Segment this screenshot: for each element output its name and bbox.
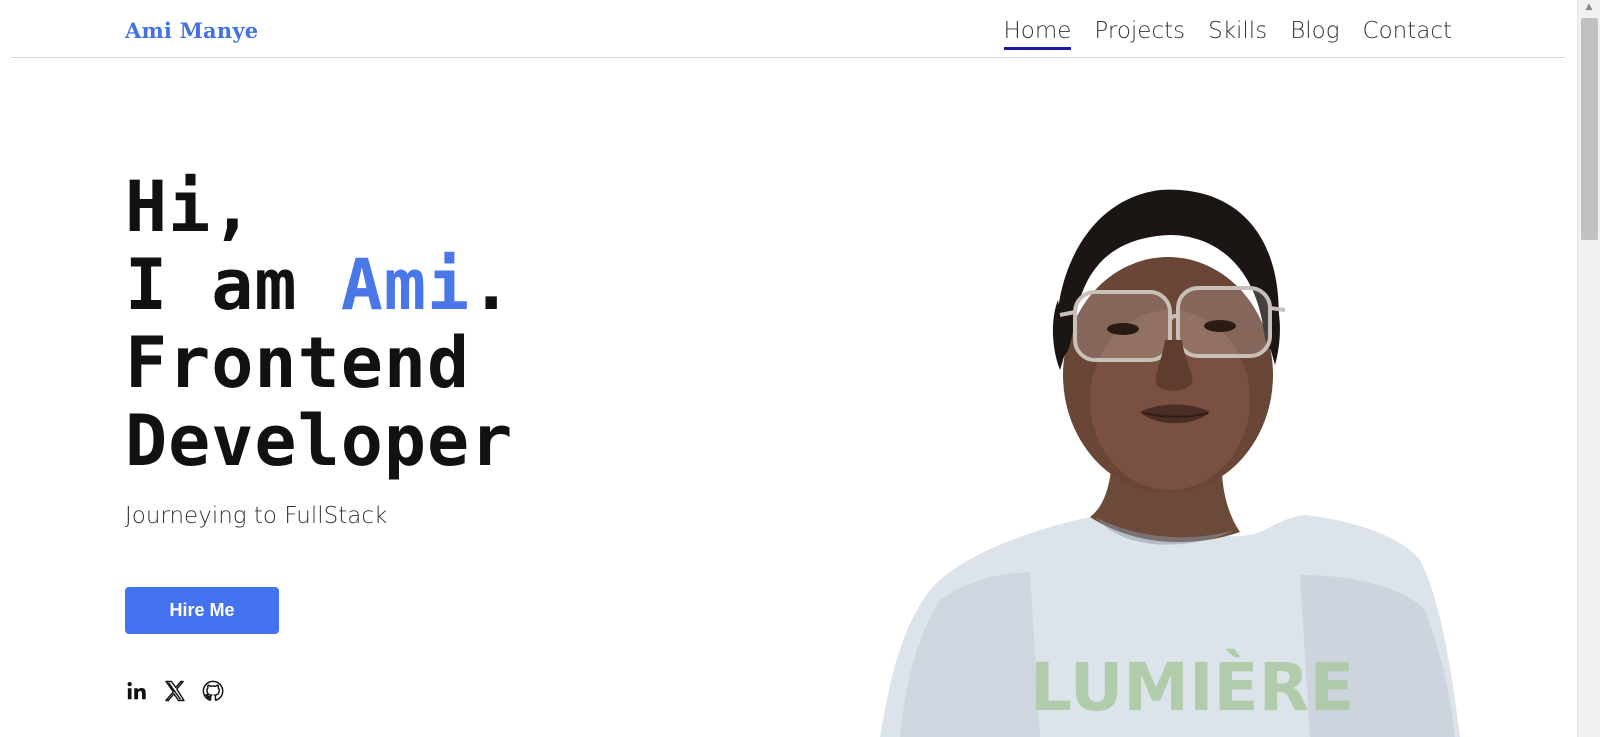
hero-intro-prefix: I am xyxy=(125,244,341,326)
hero-intro-suffix: . xyxy=(470,244,514,326)
hero-greeting: Hi, xyxy=(125,166,255,248)
shirt-print: LUMIÈRE xyxy=(1030,648,1355,726)
nav-contact[interactable]: Contact xyxy=(1363,18,1452,48)
hero-role-1: Frontend xyxy=(125,322,471,404)
page: Ami Manye Home Projects Skills Blog Cont… xyxy=(0,0,1577,737)
hire-me-button[interactable]: Hire Me xyxy=(125,587,279,634)
nav-skills[interactable]: Skills xyxy=(1208,18,1267,48)
linkedin-icon[interactable] xyxy=(125,679,149,703)
hero-subtitle: Journeying to FullStack xyxy=(125,503,388,529)
nav-home[interactable]: Home xyxy=(1003,18,1071,50)
site-header: Ami Manye Home Projects Skills Blog Cont… xyxy=(11,0,1565,58)
main-nav: Home Projects Skills Blog Contact xyxy=(1003,18,1452,50)
hero-role-2: Developer xyxy=(125,400,514,482)
hero-name: Ami xyxy=(340,244,471,326)
social-links xyxy=(125,679,225,703)
nav-projects[interactable]: Projects xyxy=(1094,18,1185,48)
hero-intro: I am Ami. xyxy=(125,246,513,324)
scrollbar-thumb[interactable] xyxy=(1581,18,1598,240)
vertical-scrollbar[interactable]: ▲ xyxy=(1577,0,1600,737)
hero-heading: Hi, I am Ami. Frontend Developer xyxy=(125,168,513,480)
github-icon[interactable] xyxy=(201,679,225,703)
nav-blog[interactable]: Blog xyxy=(1290,18,1339,48)
site-logo[interactable]: Ami Manye xyxy=(125,18,258,43)
scroll-up-arrow-icon[interactable]: ▲ xyxy=(1583,2,1595,14)
profile-portrait: LUMIÈRE xyxy=(880,189,1460,737)
x-twitter-icon[interactable] xyxy=(163,679,187,703)
